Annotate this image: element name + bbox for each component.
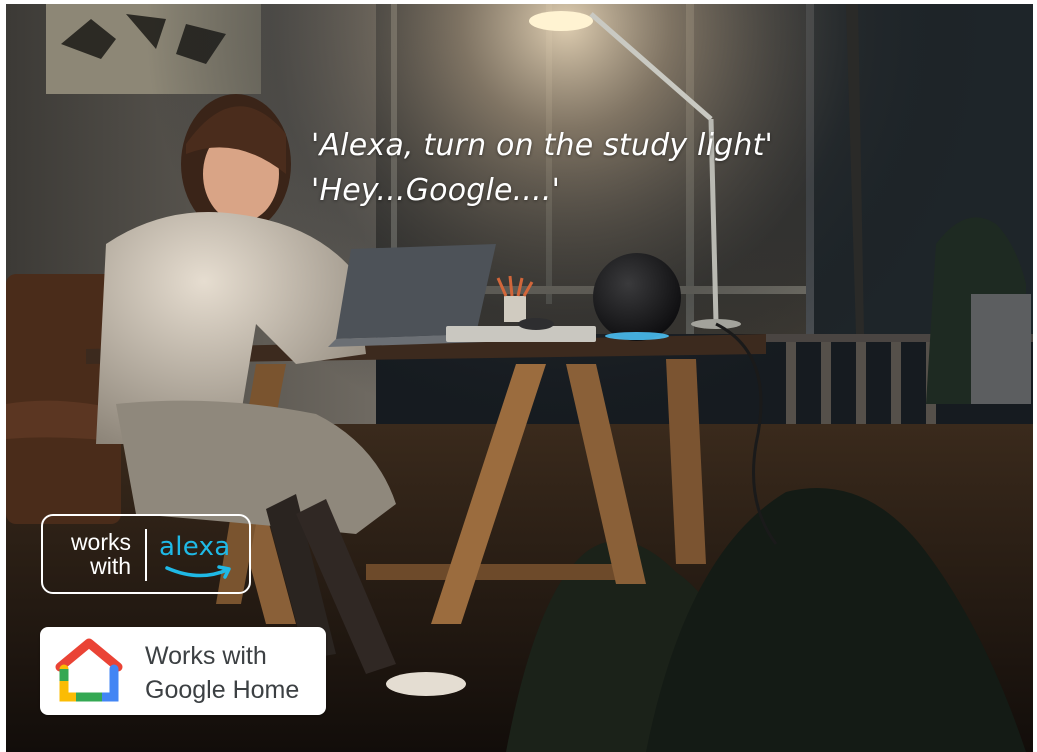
with-word: with [90, 553, 131, 579]
badge-divider [145, 529, 147, 581]
home-product-text: Home [225, 676, 300, 704]
works-with-text: Works with [145, 642, 267, 670]
works-word: works [70, 529, 131, 555]
works-with-label: works with [71, 530, 131, 578]
photo-scene: 'Alexa, turn on the study light' 'Hey...… [6, 4, 1033, 752]
google-command-text: 'Hey...Google....' [311, 173, 561, 208]
alexa-logo-text: alexa [159, 532, 231, 562]
google-home-icon [55, 638, 123, 702]
google-brand-text: Google [145, 676, 226, 704]
google-home-text: Google Home [145, 676, 299, 705]
alexa-command-text: 'Alexa, turn on the study light' [311, 128, 773, 163]
works-with-google-home-badge: Works with Google Home [40, 627, 326, 715]
works-with-alexa-badge: works with alexa [41, 514, 251, 594]
alexa-smile-icon [165, 565, 231, 579]
